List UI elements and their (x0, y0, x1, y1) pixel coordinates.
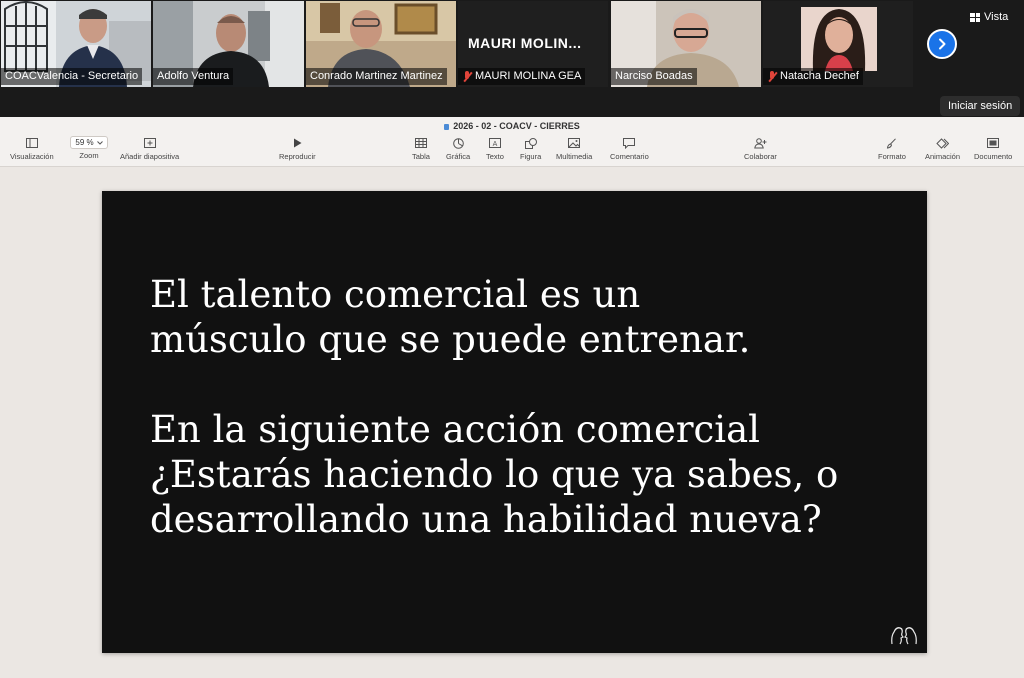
participant-nameplate: Narciso Boadas (611, 68, 697, 85)
participant-name: MAURI MOLINA GEA (475, 70, 582, 82)
add-slide-icon (143, 136, 157, 150)
play-icon (290, 136, 304, 150)
comment-label: Comentario (610, 152, 649, 161)
participant-name: COACValencia - Secretario (5, 70, 139, 82)
view-button-label: Vista (984, 11, 1009, 23)
table-icon (414, 136, 428, 150)
participant-nameplate: Adolfo Ventura (153, 68, 234, 85)
participant-name: Narciso Boadas (615, 70, 693, 82)
comment-icon (622, 136, 636, 150)
chart-icon (451, 136, 465, 150)
text-box-icon: A (488, 136, 502, 150)
participant-tile-coacvalencia[interactable]: COACValencia - Secretario (1, 1, 151, 87)
collaborate-label: Colaborar (744, 152, 777, 161)
collaborate-icon (753, 136, 767, 150)
paintbrush-icon (885, 136, 899, 150)
document-label: Documento (974, 152, 1013, 161)
participant-tile-narciso[interactable]: Narciso Boadas (611, 1, 761, 87)
svg-text:A: A (493, 141, 498, 148)
document-icon (986, 136, 1000, 150)
collaborate-button[interactable]: Colaborar (744, 136, 777, 161)
image-icon (567, 136, 581, 150)
chevron-right-icon (939, 38, 946, 50)
table-label: Tabla (412, 152, 430, 161)
chevron-down-icon (96, 140, 103, 145)
shape-button[interactable]: Figura (520, 136, 541, 161)
zoom-value: 59 % (75, 138, 94, 147)
add-slide-button[interactable]: Añadir diapositiva (120, 136, 179, 161)
document-title-text: 2026 - 02 - COACV - CIERRES (453, 121, 580, 131)
mic-muted-icon (767, 70, 777, 83)
participant-display-name: MAURI MOLIN... (468, 35, 582, 51)
text-button[interactable]: A Texto (486, 136, 504, 161)
participant-name: Conrado Martinez Martinez (310, 70, 443, 82)
view-menu-button[interactable]: Visualización (10, 136, 54, 161)
keynote-toolbar: 2026 - 02 - COACV - CIERRES Visualizació… (0, 117, 1024, 167)
participant-nameplate: Natacha Dechef (763, 68, 863, 85)
shape-icon (524, 136, 538, 150)
slide-canvas: El talento comercial es un músculo que s… (0, 167, 1024, 678)
slide[interactable]: El talento comercial es un músculo que s… (102, 191, 927, 653)
animate-label: Animación (925, 152, 961, 161)
mic-muted-icon (462, 70, 472, 83)
text-label: Texto (486, 152, 504, 161)
chart-button[interactable]: Gráfica (446, 136, 470, 161)
format-button[interactable]: Formato (878, 136, 906, 161)
participant-tile-adolfo[interactable]: Adolfo Ventura (153, 1, 304, 87)
document-title: 2026 - 02 - COACV - CIERRES (0, 121, 1024, 131)
participant-nameplate: Conrado Martinez Martinez (306, 68, 447, 85)
participant-name: Natacha Dechef (780, 70, 859, 82)
grid-view-icon (970, 12, 980, 22)
slide-body-text[interactable]: El talento comercial es un músculo que s… (150, 272, 838, 542)
twin-faces-logo-icon (891, 627, 917, 645)
add-slide-label: Añadir diapositiva (120, 152, 180, 161)
zoom-control[interactable]: 59 % Zoom (70, 136, 108, 160)
animation-diamond-icon (936, 136, 950, 150)
play-label: Reproducir (279, 152, 316, 161)
sidebar-icon (25, 136, 39, 150)
participant-nameplate: MAURI MOLINA GEA (458, 68, 586, 85)
media-button[interactable]: Multimedia (556, 136, 592, 161)
keynote-document-icon (444, 123, 450, 130)
login-button[interactable]: Iniciar sesión (940, 96, 1021, 116)
chart-label: Gráfica (446, 152, 471, 161)
comment-button[interactable]: Comentario (610, 136, 649, 161)
play-button[interactable]: Reproducir (279, 136, 316, 161)
view-menu-label: Visualización (10, 152, 54, 161)
zoom-label: Zoom (79, 151, 99, 160)
participant-tile-conrado[interactable]: Conrado Martinez Martinez (306, 1, 456, 87)
media-label: Multimedia (556, 152, 593, 161)
participant-tile-natacha[interactable]: Natacha Dechef (763, 1, 913, 87)
next-participants-button[interactable] (927, 29, 957, 59)
participant-nameplate: COACValencia - Secretario (1, 68, 143, 85)
participant-name: Adolfo Ventura (157, 70, 230, 82)
participants-bar: COACValencia - Secretario Adolfo Ventura (0, 0, 1024, 90)
zoom-select[interactable]: 59 % (70, 136, 108, 149)
shape-label: Figura (520, 152, 542, 161)
keynote-window: 2026 - 02 - COACV - CIERRES Visualizació… (0, 117, 1024, 678)
view-button[interactable]: Vista (964, 8, 1014, 26)
participant-tile-mauri[interactable]: MAURI MOLIN... MAURI MOLINA GEA (458, 1, 608, 87)
animate-button[interactable]: Animación (925, 136, 960, 161)
table-button[interactable]: Tabla (412, 136, 430, 161)
document-button[interactable]: Documento (974, 136, 1012, 161)
format-label: Formato (878, 152, 906, 161)
